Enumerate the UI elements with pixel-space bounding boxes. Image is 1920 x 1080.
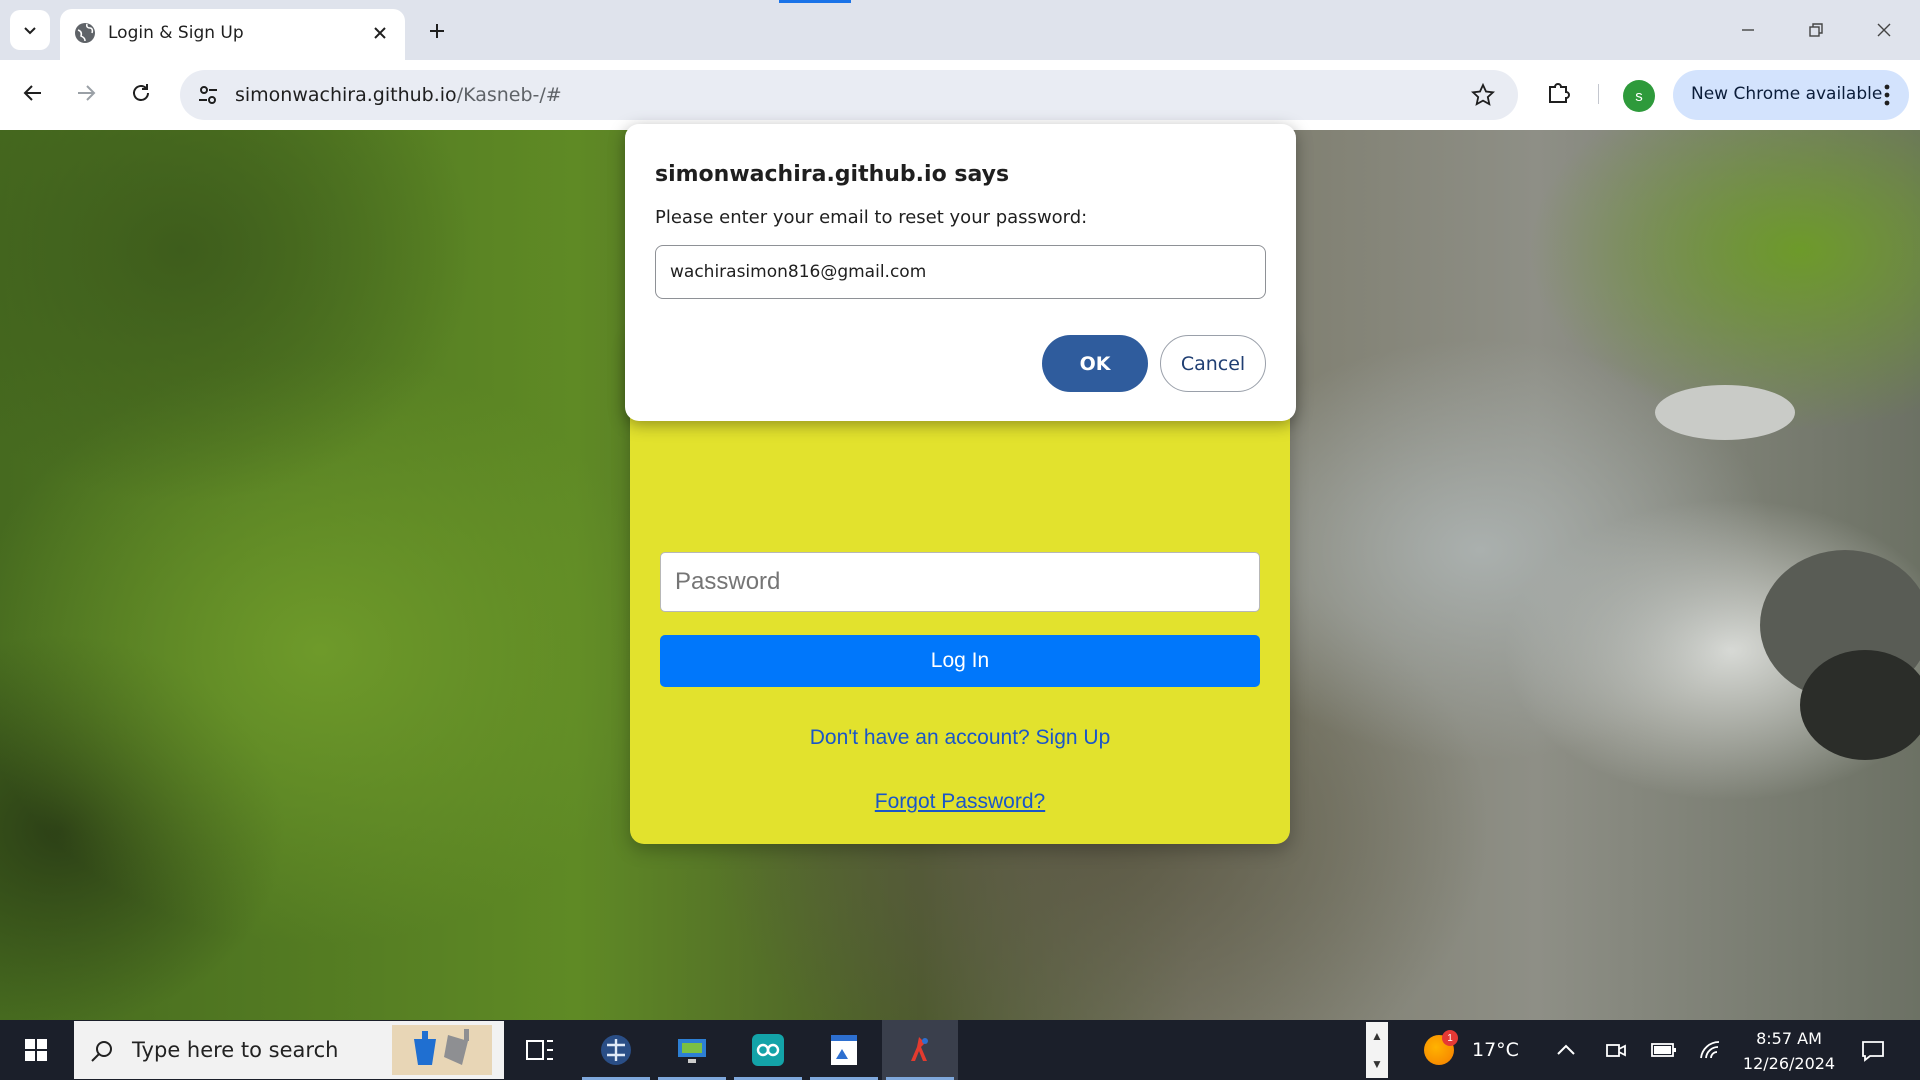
weather-temperature: 17°C xyxy=(1472,1039,1519,1061)
cancel-button[interactable]: Cancel xyxy=(1160,335,1266,392)
document-app-icon xyxy=(831,1035,857,1065)
weather-alert-badge: 1 xyxy=(1442,1030,1458,1046)
taskbar-app-arduino[interactable] xyxy=(730,1020,806,1080)
chevron-up-icon: ▲ xyxy=(1371,1029,1383,1043)
chevron-down-icon: ▼ xyxy=(1371,1057,1383,1071)
dialog-email-input[interactable] xyxy=(656,246,1265,298)
extensions-button[interactable] xyxy=(1541,74,1577,110)
password-input[interactable] xyxy=(661,553,1259,611)
plus-icon xyxy=(430,24,444,38)
close-tab-button[interactable] xyxy=(367,20,393,46)
minimize-icon xyxy=(1742,29,1754,31)
clock-time: 8:57 AM xyxy=(1756,1029,1822,1048)
update-label: New Chrome available xyxy=(1691,84,1883,104)
tab-search-button[interactable] xyxy=(10,10,50,50)
system-clock[interactable]: 8:57 AM 12/26/2024 xyxy=(1738,1026,1840,1076)
login-button[interactable]: Log In xyxy=(660,635,1260,687)
close-icon xyxy=(374,27,386,39)
taskbar-search-box[interactable]: Type here to search xyxy=(74,1021,504,1079)
weather-widget[interactable]: 1 17°C xyxy=(1424,1030,1534,1068)
tab-strip: Login & Sign Up xyxy=(0,0,1920,60)
holiday-dreidel-icon xyxy=(392,1025,492,1075)
browser-tab[interactable]: Login & Sign Up xyxy=(60,9,405,60)
battery-icon xyxy=(1651,1043,1676,1057)
taskbar-app-2[interactable] xyxy=(654,1020,730,1080)
ok-button[interactable]: OK xyxy=(1042,335,1148,392)
dialog-message: Please enter your email to reset your pa… xyxy=(655,207,1088,228)
minimize-button[interactable] xyxy=(1728,10,1768,50)
wifi-icon xyxy=(1700,1041,1720,1059)
close-icon xyxy=(1877,23,1891,37)
taskbar-app-document[interactable] xyxy=(806,1020,882,1080)
arrow-right-icon xyxy=(78,85,96,101)
clock-date: 12/26/2024 xyxy=(1742,1054,1836,1073)
remote-desktop-icon xyxy=(678,1039,706,1063)
task-view-icon xyxy=(526,1040,553,1060)
notification-icon xyxy=(1862,1041,1884,1062)
prompt-dialog: simonwachira.github.io says Please enter… xyxy=(625,124,1296,421)
signup-link[interactable]: Don't have an account? Sign Up xyxy=(630,726,1290,750)
bookmark-button[interactable] xyxy=(1470,82,1496,108)
network-app-icon xyxy=(601,1035,631,1065)
site-info-button[interactable] xyxy=(192,79,224,111)
start-button[interactable] xyxy=(14,1034,58,1066)
dialog-email-field[interactable] xyxy=(655,245,1266,299)
tab-title: Login & Sign Up xyxy=(108,23,244,43)
password-field[interactable] xyxy=(660,552,1260,612)
task-view-button[interactable] xyxy=(502,1020,578,1080)
chevron-up-icon xyxy=(1557,1044,1575,1055)
chevron-down-icon xyxy=(24,27,36,35)
windows-taskbar: Type here to search ▲ ▼ 1 17°C 8:57 AM 1… xyxy=(0,1020,1920,1080)
meet-now-button[interactable] xyxy=(1602,1036,1630,1064)
puzzle-icon xyxy=(1549,83,1570,103)
background-rock xyxy=(1655,385,1795,440)
url-path: /Kasneb-/# xyxy=(456,84,562,106)
tune-icon xyxy=(199,86,217,104)
dialog-title: simonwachira.github.io says xyxy=(655,162,1010,187)
notification-center-button[interactable] xyxy=(1856,1034,1890,1068)
url-text: simonwachira.github.io/Kasneb-/# xyxy=(235,84,562,106)
restore-icon xyxy=(1809,23,1823,37)
reload-icon xyxy=(133,84,149,101)
profile-avatar[interactable]: s xyxy=(1623,80,1655,112)
kebab-menu-icon xyxy=(1877,82,1897,108)
search-placeholder: Type here to search xyxy=(132,1038,339,1062)
toolbar-divider xyxy=(1598,84,1599,104)
restore-button[interactable] xyxy=(1796,10,1836,50)
browser-toolbar: simonwachira.github.io/Kasneb-/# s New C… xyxy=(0,60,1920,130)
show-hidden-icons-button[interactable] xyxy=(1552,1036,1580,1064)
chrome-update-button[interactable]: New Chrome available xyxy=(1673,70,1909,120)
background-rock xyxy=(1800,650,1920,760)
new-tab-button[interactable] xyxy=(420,14,454,48)
back-button[interactable] xyxy=(13,73,53,113)
globe-icon xyxy=(75,23,95,43)
windows-logo-icon xyxy=(25,1039,47,1061)
reload-button[interactable] xyxy=(121,73,161,113)
taskbar-app-active[interactable] xyxy=(882,1020,958,1080)
search-icon xyxy=(88,1037,116,1065)
camera-icon xyxy=(1606,1044,1626,1057)
arrow-left-icon xyxy=(23,85,41,101)
forgot-password-link[interactable]: Forgot Password? xyxy=(630,790,1290,814)
taskbar-overflow-scroll[interactable]: ▲ ▼ xyxy=(1366,1022,1388,1078)
forward-button[interactable] xyxy=(66,73,106,113)
star-icon xyxy=(1471,83,1495,106)
battery-button[interactable] xyxy=(1650,1036,1678,1064)
address-bar[interactable]: simonwachira.github.io/Kasneb-/# xyxy=(180,70,1518,120)
taskbar-app-1[interactable] xyxy=(578,1020,654,1080)
figure-app-icon xyxy=(911,1037,928,1061)
url-host: simonwachira.github.io xyxy=(235,84,457,106)
arduino-icon xyxy=(752,1034,784,1066)
close-window-button[interactable] xyxy=(1864,10,1904,50)
network-button[interactable] xyxy=(1697,1036,1725,1064)
loading-indicator xyxy=(779,0,851,3)
